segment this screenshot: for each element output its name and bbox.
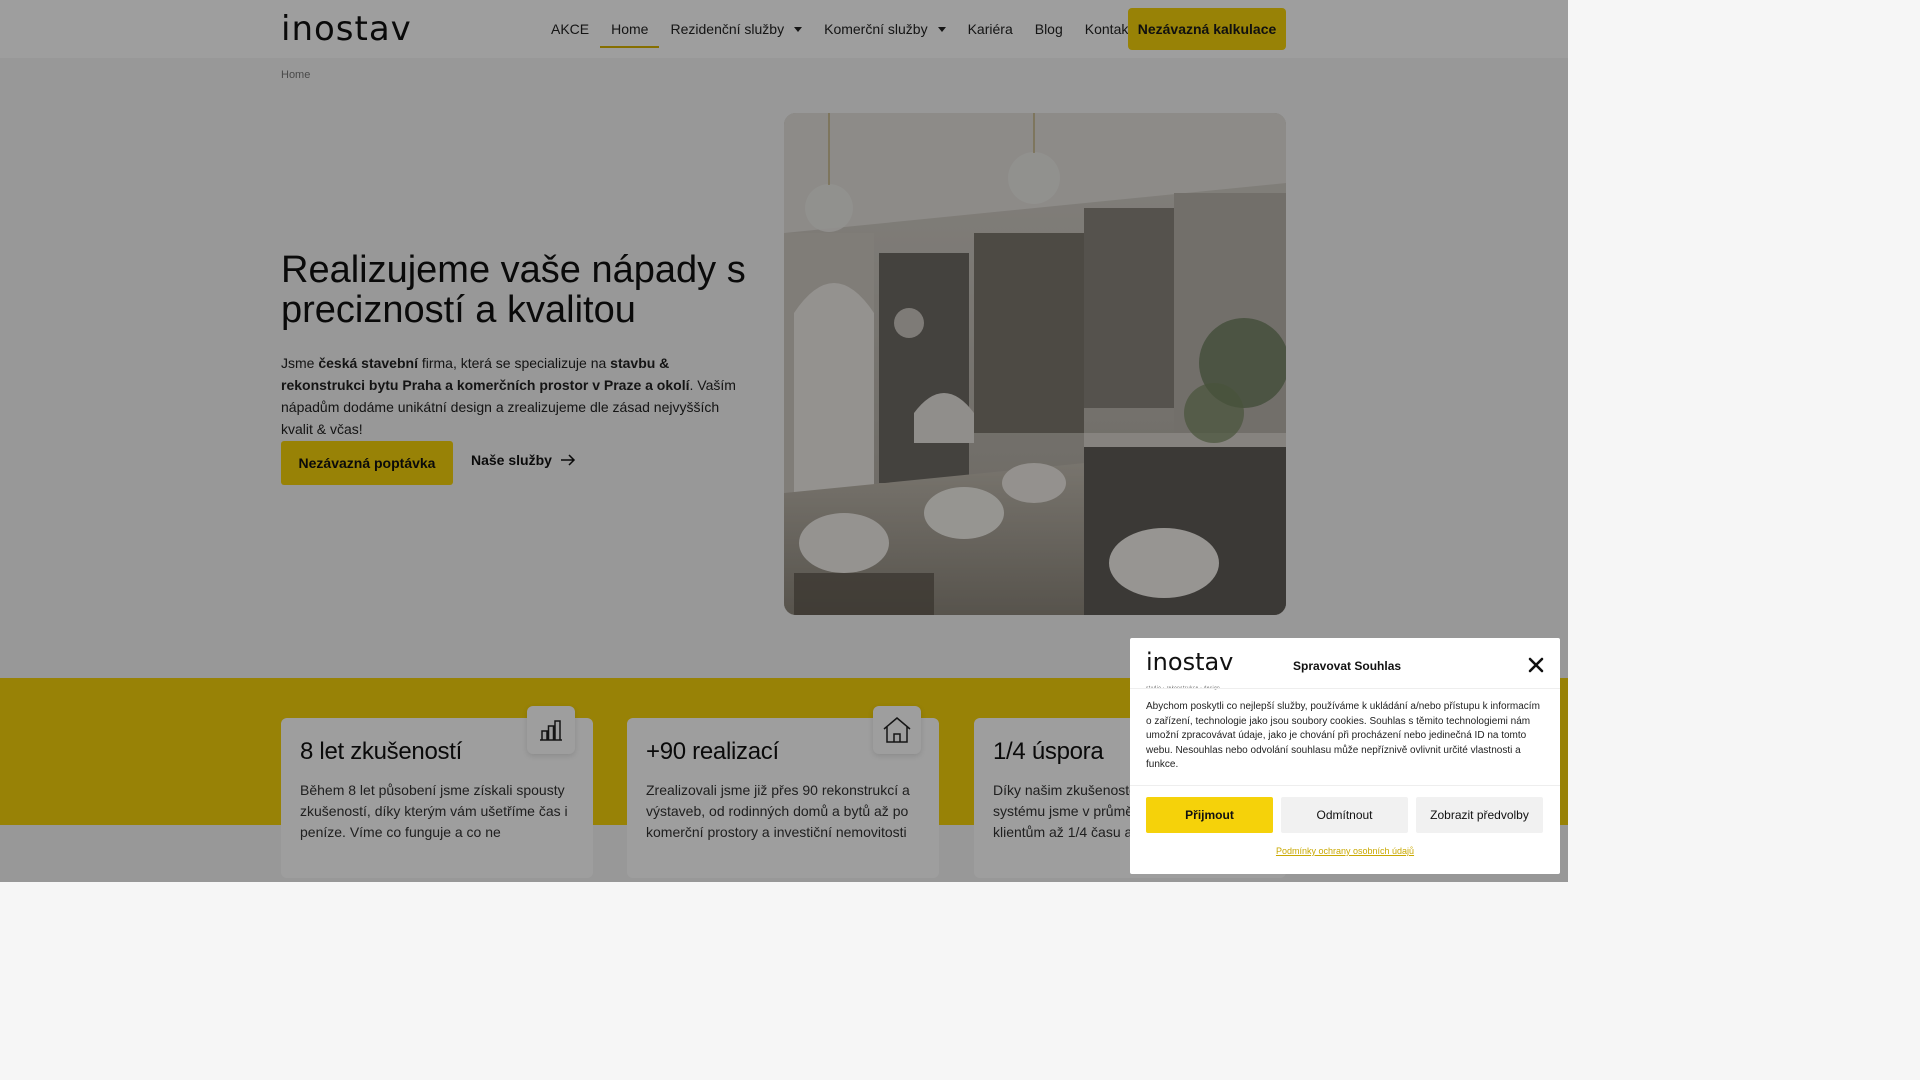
divider (1130, 785, 1560, 786)
privacy-policy-link[interactable]: Podmínky ochrany osobních údajů (1130, 846, 1560, 856)
accept-button[interactable]: Přijmout (1146, 797, 1273, 833)
close-icon[interactable] (1528, 657, 1544, 673)
deny-button[interactable]: Odmítnout (1281, 797, 1408, 833)
preferences-button[interactable]: Zobrazit předvolby (1416, 797, 1543, 833)
cookie-logo: inostav studio · rekonstrukce · design (1146, 650, 1233, 700)
cookie-title: Spravovat Souhlas (1293, 659, 1402, 673)
cookie-description: Abychom poskytli co nejlepší služby, pou… (1146, 701, 1540, 771)
divider (1130, 688, 1560, 689)
cookie-consent-dialog: inostav studio · rekonstrukce · design S… (1130, 638, 1560, 874)
cookie-logo-text: inostav (1146, 648, 1234, 676)
